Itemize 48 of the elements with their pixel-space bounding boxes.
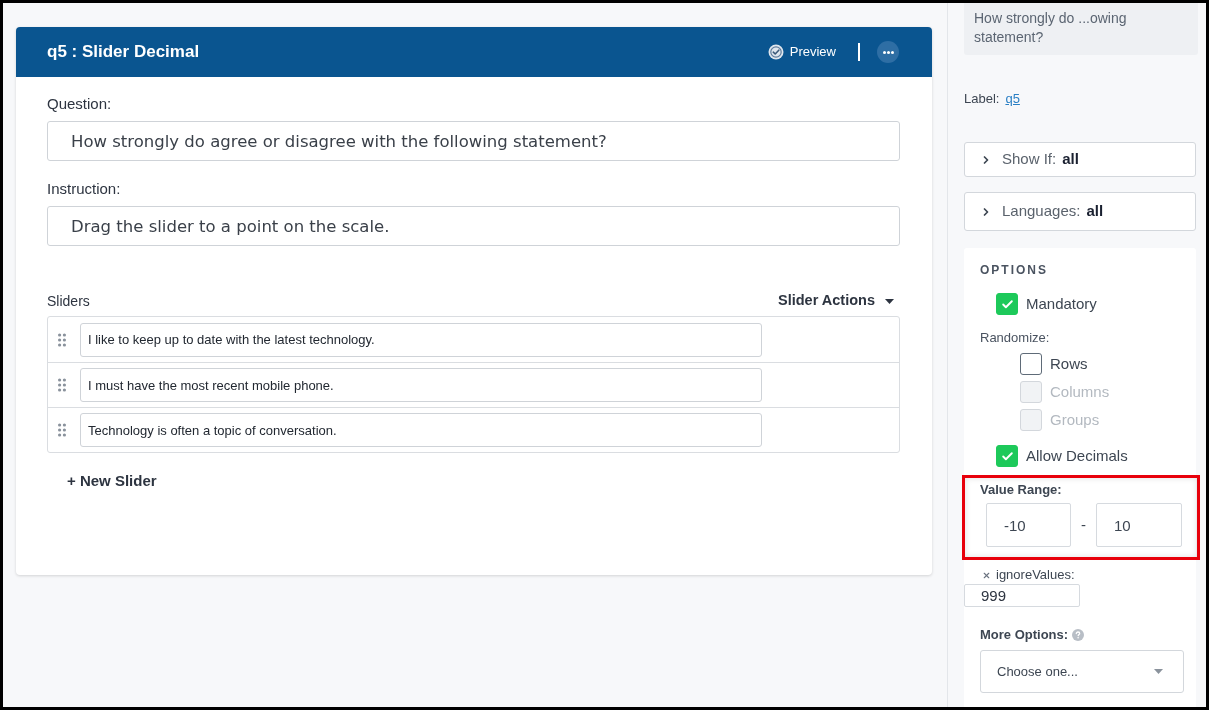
- options-heading: OPTIONS: [980, 262, 1049, 278]
- min-value-input[interactable]: -10: [986, 503, 1071, 547]
- question-summary: How strongly do ...owing statement?: [964, 3, 1198, 55]
- checkbox[interactable]: [996, 445, 1018, 467]
- slider-text-input[interactable]: I must have the most recent mobile phone.: [80, 368, 762, 402]
- ignore-values-input[interactable]: 999: [964, 584, 1080, 607]
- sliders-label: Sliders: [47, 291, 90, 311]
- new-slider-button[interactable]: + New Slider: [67, 472, 157, 490]
- field-label: Question:: [47, 95, 113, 113]
- checkbox-label: Columns: [1050, 383, 1110, 401]
- check-icon: [1000, 449, 1014, 463]
- checkbox-label: Rows: [1050, 355, 1088, 373]
- checkbox-label: Mandatory: [1026, 295, 1097, 313]
- question-input[interactable]: How strongly do agree or disagree with the following statement?: [47, 121, 900, 161]
- caret-icon: [1154, 669, 1163, 674]
- check-circle-icon: [767, 44, 784, 60]
- more-options-select[interactable]: Choose one...: [980, 650, 1184, 693]
- max-value-input[interactable]: 10: [1096, 503, 1182, 547]
- checkbox[interactable]: [1020, 353, 1042, 375]
- ellipsis-icon: [882, 50, 894, 54]
- randomize-label: Randomize:: [980, 330, 1051, 346]
- checkbox-label: Groups: [1050, 411, 1100, 429]
- checkbox[interactable]: [996, 293, 1018, 315]
- drag-handle-icon[interactable]: [58, 423, 66, 437]
- remove-button[interactable]: [982, 570, 991, 580]
- label-link[interactable]: q5: [1005, 89, 1020, 109]
- more-options-label: More Options:: [980, 626, 1069, 645]
- checkbox-label: Allow Decimals: [1026, 447, 1128, 465]
- more-button[interactable]: [877, 41, 899, 63]
- preview-button[interactable]: Preview: [767, 42, 836, 62]
- slider-text-input[interactable]: I like to keep up to date with the latest technology.: [80, 322, 762, 357]
- drag-handle-icon[interactable]: [58, 332, 66, 347]
- field-label: Instruction:: [47, 180, 122, 198]
- drag-handle-icon[interactable]: [58, 378, 66, 392]
- check-icon: [1000, 297, 1014, 311]
- caret-icon: [885, 298, 894, 304]
- range-separator: -: [1080, 514, 1087, 535]
- collapsible-section[interactable]: Show If: all: [964, 142, 1196, 177]
- label-caption: Label:: [964, 90, 1000, 109]
- close-icon: [982, 570, 991, 580]
- ignore-values-label: ignoreValues:: [996, 566, 1075, 585]
- collapsible-section[interactable]: Languages: all: [964, 192, 1196, 231]
- value-range-label: Value Range:: [980, 482, 1063, 498]
- instruction-input[interactable]: Drag the slider to a point on the scale.: [47, 206, 900, 246]
- help-icon[interactable]: [1072, 629, 1085, 641]
- slider-actions-dropdown[interactable]: Slider Actions: [778, 290, 894, 312]
- slider-text-input[interactable]: Technology is often a topic of conversation.: [80, 413, 762, 447]
- card-title: q5 : Slider Decimal: [47, 41, 200, 64]
